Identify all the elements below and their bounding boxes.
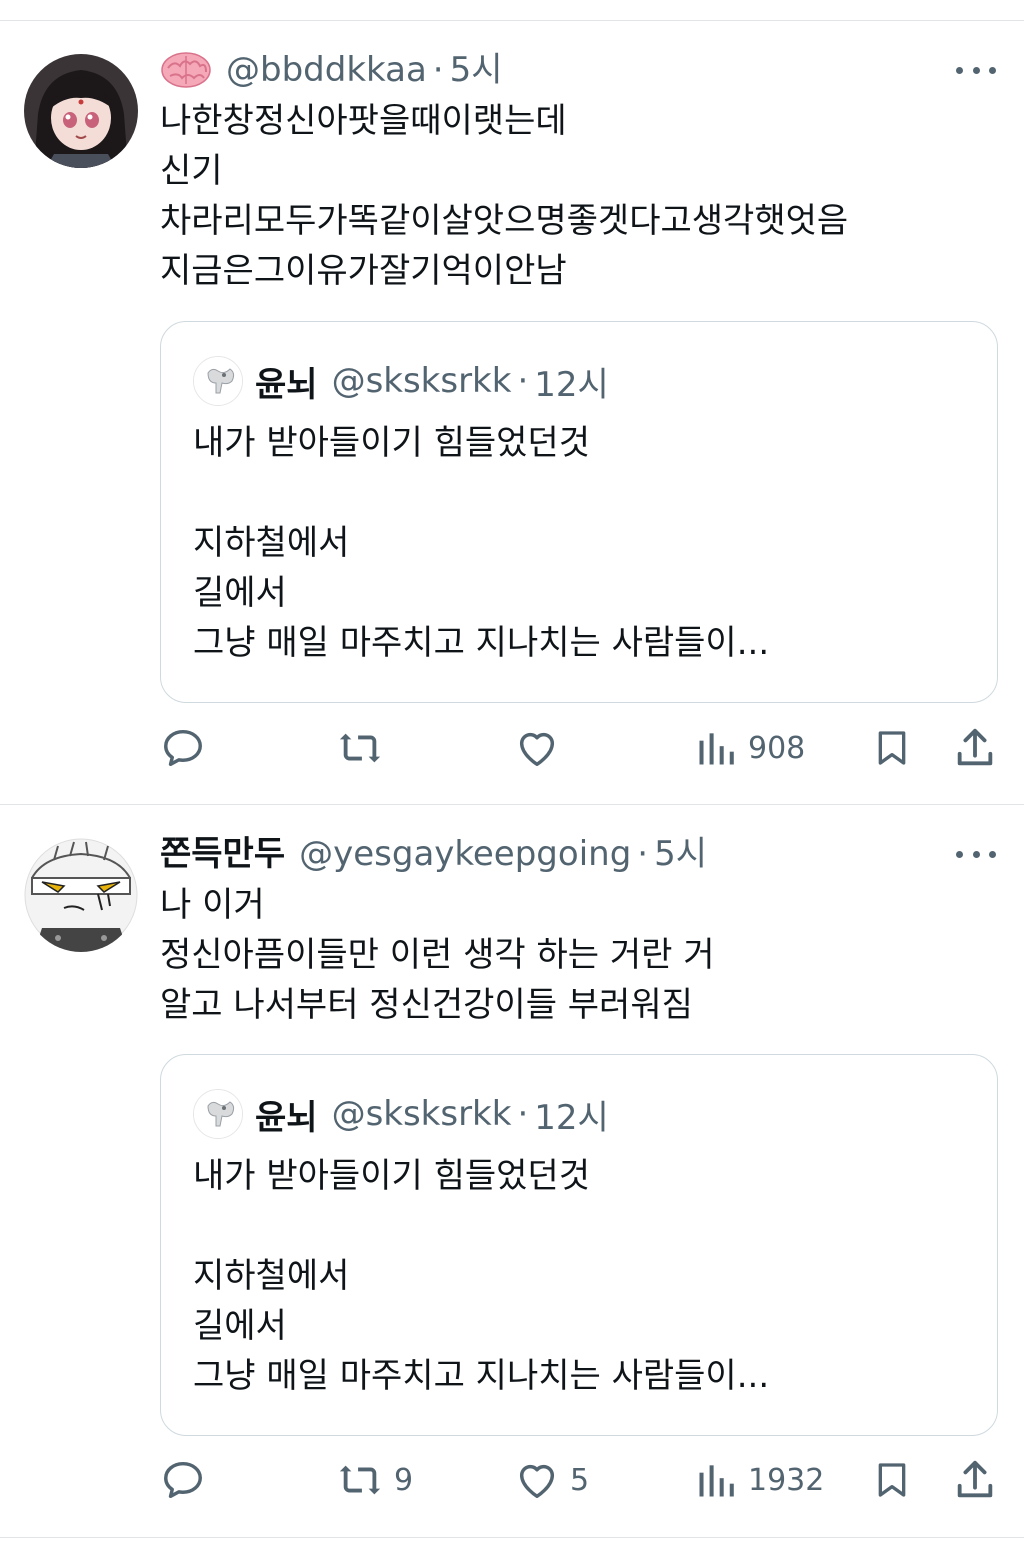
avatar[interactable] xyxy=(24,54,138,168)
retweet-button[interactable] xyxy=(336,720,394,776)
views-count: 908 xyxy=(748,730,806,766)
more-options-icon[interactable] xyxy=(956,60,996,80)
quote-timestamp: 12시 xyxy=(534,364,609,405)
separator-dot: · xyxy=(517,361,529,401)
reply-button[interactable] xyxy=(160,1452,216,1508)
quote-handle[interactable]: @sksksrkk xyxy=(332,361,512,401)
tweet-text-line: 지금은그이유가잘기억이안남 xyxy=(160,251,567,291)
quote-text: 내가 받아들이기 힘들었던것 지하철에서 길에서 그냥 매일 마주치고 지나치는… xyxy=(193,1151,769,1401)
reply-icon xyxy=(164,1461,202,1499)
tweet-text-line: 정신아픔이들만 이런 생각 하는 거란 거 xyxy=(160,935,715,975)
views-button[interactable]: 908 xyxy=(694,720,805,776)
quote-text-line xyxy=(193,1201,769,1251)
quote-text-line: 길에서 xyxy=(193,573,287,613)
tweet-text-line: 차라리모두가똑같이살앗으명좋겟다고생각햇엇음 xyxy=(160,201,849,241)
share-icon xyxy=(957,1460,993,1498)
more-options-icon[interactable] xyxy=(956,844,996,864)
tweet-header: @bbddkkaa · 5시 xyxy=(160,50,503,90)
quote-text-line: 지하철에서 xyxy=(193,523,350,563)
tweet-text-line: 나한창정신아팟을때이랫는데 xyxy=(160,101,567,141)
quote-display-name[interactable]: 윤뇌 xyxy=(255,1090,318,1139)
views-count: 1932 xyxy=(748,1462,825,1498)
like-button[interactable]: 5 xyxy=(514,1452,589,1508)
quote-text-line: 그냥 매일 마주치고 지나치는 사람들이... xyxy=(193,623,770,663)
handle[interactable]: @bbddkkaa xyxy=(226,50,427,90)
quote-text-line: 지하철에서 xyxy=(193,1256,350,1296)
views-chart-icon xyxy=(699,733,734,765)
retweet-icon xyxy=(339,733,381,763)
quote-text-line: 길에서 xyxy=(193,1306,287,1346)
separator-dot: · xyxy=(517,1094,529,1134)
tweet-header: 쫀득만두 @yesgaykeepgoing · 5시 xyxy=(160,834,707,874)
avatar[interactable] xyxy=(24,838,138,952)
tweet-text-line: 나 이거 xyxy=(160,885,265,925)
brain-icon xyxy=(160,50,212,90)
reply-icon xyxy=(164,729,202,767)
bookmark-button[interactable] xyxy=(872,1452,912,1508)
bottom-divider xyxy=(0,1537,1024,1538)
timestamp[interactable]: 5시 xyxy=(654,834,707,874)
handle[interactable]: @yesgaykeepgoing xyxy=(299,834,631,874)
quote-avatar xyxy=(193,356,243,406)
quote-text-line xyxy=(193,468,769,518)
heart-icon xyxy=(519,732,555,767)
quote-tweet-card[interactable]: 윤뇌 @sksksrkk · 12시 내가 받아들이기 힘들었던것 지하철에서 … xyxy=(160,321,998,703)
tweet-text: 나한창정신아팟을때이랫는데 신기 차라리모두가똑같이살앗으명좋겟다고생각햇엇음 … xyxy=(160,96,848,296)
quote-text-line: 내가 받아들이기 힘들었던것 xyxy=(193,1156,590,1196)
quote-text-line: 그냥 매일 마주치고 지나치는 사람들이... xyxy=(193,1356,770,1396)
quote-header: 윤뇌 @sksksrkk · 12시 xyxy=(193,1089,609,1139)
display-name[interactable]: 쫀득만두 xyxy=(160,834,285,874)
retweet-count: 9 xyxy=(394,1462,414,1498)
views-chart-icon xyxy=(699,1465,734,1497)
tweet-text-line: 신기 xyxy=(160,151,223,191)
quote-header: 윤뇌 @sksksrkk · 12시 xyxy=(193,356,609,406)
tweet-text-line: 알고 나서부터 정신건강이들 부러워짐 xyxy=(160,985,693,1025)
action-bar: 908 xyxy=(0,720,1024,776)
action-bar: 9 5 1932 xyxy=(0,1452,1024,1508)
quote-handle[interactable]: @sksksrkk xyxy=(332,1094,512,1134)
tweet-text: 나 이거 정신아픔이들만 이런 생각 하는 거란 거 알고 나서부터 정신건강이… xyxy=(160,880,715,1030)
retweet-button[interactable]: 9 xyxy=(336,1452,413,1508)
quote-tweet-card[interactable]: 윤뇌 @sksksrkk · 12시 내가 받아들이기 힘들었던것 지하철에서 … xyxy=(160,1054,998,1436)
quote-timestamp: 12시 xyxy=(534,1097,609,1138)
like-count: 5 xyxy=(570,1462,590,1498)
top-divider xyxy=(0,20,1024,21)
heart-icon xyxy=(519,1464,555,1499)
share-button[interactable] xyxy=(952,720,998,776)
bookmark-icon xyxy=(878,731,906,765)
quote-avatar xyxy=(193,1089,243,1139)
share-icon xyxy=(957,728,993,766)
retweet-icon xyxy=(339,1465,381,1495)
separator-dot: · xyxy=(432,50,444,90)
separator-dot: · xyxy=(637,834,649,874)
timestamp[interactable]: 5시 xyxy=(450,50,503,90)
reply-button[interactable] xyxy=(160,720,216,776)
quote-text: 내가 받아들이기 힘들었던것 지하철에서 길에서 그냥 매일 마주치고 지나치는… xyxy=(193,418,769,668)
quote-text-line: 내가 받아들이기 힘들었던것 xyxy=(193,423,590,463)
share-button[interactable] xyxy=(952,1452,998,1508)
like-button[interactable] xyxy=(514,720,570,776)
bookmark-icon xyxy=(878,1463,906,1497)
bookmark-button[interactable] xyxy=(872,720,912,776)
quote-display-name[interactable]: 윤뇌 xyxy=(255,357,318,406)
tweet-divider xyxy=(0,804,1024,805)
views-button[interactable]: 1932 xyxy=(694,1452,824,1508)
